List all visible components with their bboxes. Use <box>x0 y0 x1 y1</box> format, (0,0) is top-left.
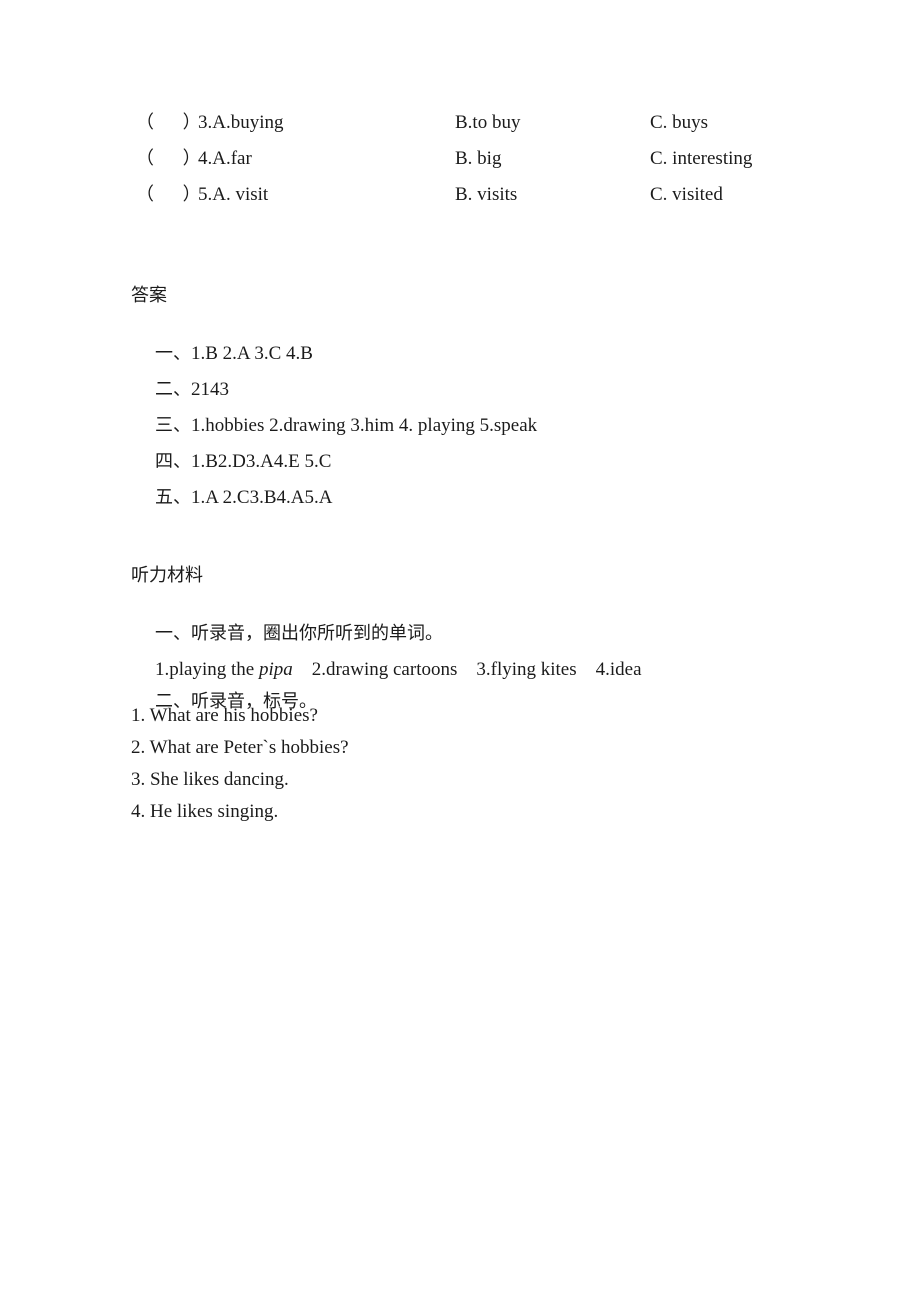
option-b: B. big <box>455 148 502 169</box>
option-a: 5.A. visit <box>198 184 269 205</box>
answers-heading: 答案 <box>131 285 167 306</box>
option-a: 4.A.far <box>198 148 252 169</box>
listening-sentence: 3. She likes dancing. <box>131 769 289 790</box>
option-c: C. visited <box>650 184 723 205</box>
document-page: （ ） 3.A.buying B.to buy C. buys （ ） 4.A.… <box>0 0 920 1302</box>
listening-sentence: 1. What are his hobbies? <box>131 705 318 726</box>
table-row: （ ） 4.A.far B. big C. interesting <box>0 146 920 172</box>
option-c: C. buys <box>650 112 709 133</box>
listening-sentence: 4. He likes singing. <box>131 801 279 822</box>
answer-line-label: 五、 <box>155 487 191 508</box>
table-row: （ ） 3.A.buying B.to buy C. buys <box>0 110 920 136</box>
option-a: 3.A.buying <box>198 112 284 133</box>
table-row: （ ） 5.A. visit B. visits C. visited <box>0 182 920 208</box>
answer-bracket: （ ） <box>136 184 201 205</box>
answer-line-body: 1.A 2.C3.B4.A5.A <box>191 487 333 508</box>
listening-material-heading: 听力材料 <box>131 565 203 586</box>
answer-bracket: （ ） <box>136 112 201 133</box>
listening-sentence: 2. What are Peter`s hobbies? <box>131 737 349 758</box>
answer-bracket: （ ） <box>136 148 201 169</box>
word-list-suffix: 2.drawing cartoons 3.flying kites 4.idea <box>292 659 642 680</box>
option-c: C. interesting <box>650 148 753 169</box>
option-b: B. visits <box>455 184 518 205</box>
option-b: B.to buy <box>455 112 521 133</box>
answer-line: 五、1.A 2.C3.B4.A5.A <box>131 465 332 532</box>
